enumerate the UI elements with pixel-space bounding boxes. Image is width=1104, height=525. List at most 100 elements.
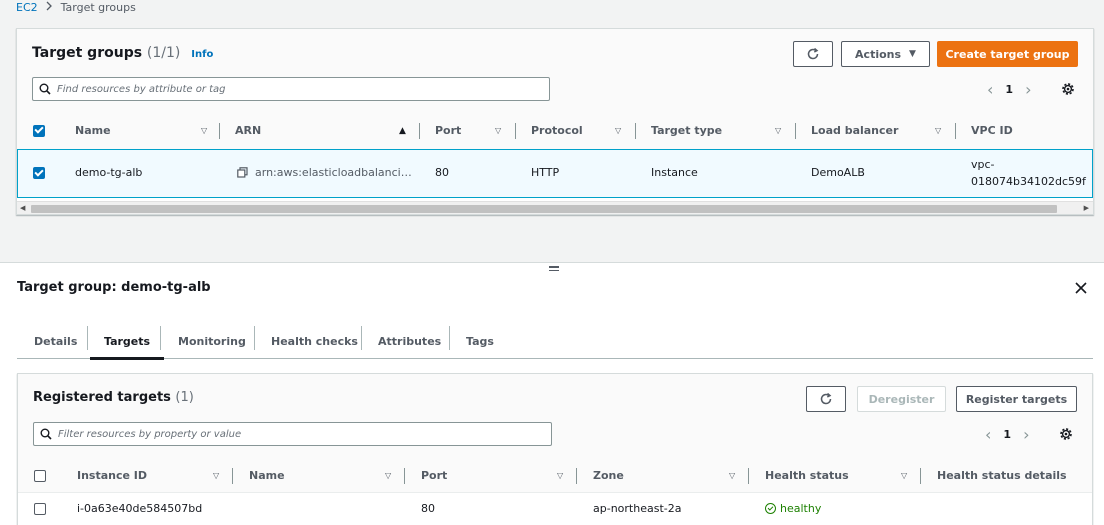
instance-id-link[interactable]: i-0a63e40de584507bd xyxy=(77,502,202,515)
targets-search-input[interactable] xyxy=(58,428,518,440)
col-name[interactable]: Name xyxy=(249,459,285,492)
col-port[interactable]: Port xyxy=(421,459,447,492)
sort-caret-icon[interactable]: ▽ xyxy=(495,112,501,149)
breadcrumb-ec2-link[interactable]: EC2 xyxy=(16,1,38,14)
tab-tags[interactable]: Tags xyxy=(466,324,494,359)
tab-attributes[interactable]: Attributes xyxy=(378,324,441,359)
close-icon[interactable] xyxy=(1075,282,1087,294)
vpc-id-line2: 018074b34102dc59f xyxy=(971,175,1086,188)
target-groups-title: Target groups (1/1) Info xyxy=(32,45,213,61)
tab-divider xyxy=(254,326,255,350)
select-all-checkbox[interactable] xyxy=(33,112,45,149)
sort-caret-icon[interactable]: ▽ xyxy=(201,112,207,149)
sort-caret-icon[interactable]: ▽ xyxy=(729,459,735,492)
chevron-left-icon[interactable]: ‹ xyxy=(985,425,991,444)
deregister-button[interactable]: Deregister xyxy=(857,386,946,412)
target-type-cell: Instance xyxy=(651,166,698,179)
sort-caret-icon[interactable]: ▽ xyxy=(935,112,941,149)
table-row[interactable]: demo-tg-alb arn:aws:elasticloadbalanci… … xyxy=(17,149,1093,198)
tab-targets[interactable]: Targets xyxy=(89,324,165,360)
horizontal-scrollbar[interactable]: ◀ ▶ xyxy=(17,201,1093,214)
target-groups-count: (1/1) xyxy=(146,45,181,61)
sort-caret-icon[interactable]: ▽ xyxy=(775,112,781,149)
tab-divider xyxy=(449,326,450,350)
tab-details[interactable]: Details xyxy=(34,324,77,359)
sort-caret-icon[interactable]: ▽ xyxy=(615,112,621,149)
registered-targets-panel: Registered targets (1) Deregister Regist… xyxy=(17,373,1093,525)
chevron-left-icon[interactable]: ‹ xyxy=(987,80,993,99)
table-row[interactable]: i-0a63e40de584507bd 80 ap-northeast-2a h… xyxy=(18,494,1092,524)
page-number[interactable]: 1 xyxy=(1005,83,1013,96)
scroll-right-icon[interactable]: ▶ xyxy=(1084,202,1089,214)
target-groups-search-input[interactable] xyxy=(57,83,516,95)
caret-down-icon: ▼ xyxy=(909,49,916,59)
chevron-right-icon[interactable]: › xyxy=(1023,425,1029,444)
resize-handle-icon[interactable] xyxy=(549,266,559,273)
checkbox-icon xyxy=(34,469,46,482)
gear-icon[interactable] xyxy=(1060,81,1076,97)
target-groups-table-header: Name ▽ ARN ▲ Port ▽ Protocol ▽ Target ty… xyxy=(17,112,1093,150)
col-name-label: Name xyxy=(75,124,111,137)
scrollbar-thumb[interactable] xyxy=(31,205,1057,213)
chevron-right-icon[interactable]: › xyxy=(1025,80,1031,99)
col-arn[interactable]: ARN xyxy=(235,112,261,149)
col-protocol[interactable]: Protocol xyxy=(531,112,583,149)
info-link[interactable]: Info xyxy=(191,49,213,60)
col-name[interactable]: Name xyxy=(75,112,111,149)
search-icon xyxy=(40,428,52,440)
target-groups-title-text: Target groups xyxy=(32,45,143,61)
target-row-checkbox[interactable] xyxy=(34,503,46,515)
target-groups-search[interactable] xyxy=(32,77,550,101)
col-port[interactable]: Port xyxy=(435,112,461,149)
registered-targets-count: (1) xyxy=(175,390,194,405)
breadcrumb: EC2 Target groups xyxy=(16,0,136,14)
page-number[interactable]: 1 xyxy=(1003,428,1011,441)
col-health-status[interactable]: Health status xyxy=(765,459,849,492)
registered-targets-title: Registered targets (1) xyxy=(33,390,194,405)
tab-divider xyxy=(160,326,161,350)
checkbox-icon xyxy=(33,167,45,179)
register-targets-button[interactable]: Register targets xyxy=(956,386,1077,412)
load-balancer-cell: DemoALB xyxy=(811,166,865,179)
refresh-targets-button[interactable] xyxy=(806,386,846,412)
col-instance-id[interactable]: Instance ID xyxy=(77,459,147,492)
col-load-balancer-label: Load balancer xyxy=(811,124,899,137)
col-health-status-details[interactable]: Health status details xyxy=(937,459,1067,492)
detail-tabs: Details Targets Monitoring Health checks… xyxy=(17,324,1093,360)
vpc-id-cell: vpc- 018074b34102dc59f xyxy=(971,156,1086,190)
actions-button[interactable]: Actions ▼ xyxy=(841,41,930,67)
health-status-cell: healthy xyxy=(765,502,821,515)
checkbox-icon xyxy=(33,124,45,137)
sort-caret-icon[interactable]: ▽ xyxy=(901,459,907,492)
col-zone[interactable]: Zone xyxy=(593,459,624,492)
port-cell: 80 xyxy=(435,166,449,179)
refresh-icon xyxy=(820,392,832,405)
tab-monitoring[interactable]: Monitoring xyxy=(178,324,246,359)
checkbox-icon xyxy=(34,503,46,515)
col-load-balancer[interactable]: Load balancer xyxy=(811,112,898,149)
sort-caret-icon[interactable]: ▽ xyxy=(213,459,219,492)
targets-search[interactable] xyxy=(33,422,552,446)
actions-label: Actions xyxy=(855,47,902,61)
col-instance-id-label: Instance ID xyxy=(77,469,148,482)
sort-caret-icon[interactable]: ▽ xyxy=(557,459,563,492)
sort-asc-icon[interactable]: ▲ xyxy=(399,112,406,149)
col-vpc-id[interactable]: VPC ID xyxy=(971,112,1013,149)
copy-icon[interactable] xyxy=(237,167,248,178)
refresh-button[interactable] xyxy=(793,41,833,67)
create-target-group-button[interactable]: Create target group xyxy=(937,41,1078,67)
target-group-name-link[interactable]: demo-tg-alb xyxy=(75,166,142,179)
sort-caret-icon[interactable]: ▽ xyxy=(385,459,391,492)
select-all-targets-checkbox[interactable] xyxy=(34,459,46,492)
health-status-value: healthy xyxy=(780,502,822,515)
scroll-left-icon[interactable]: ◀ xyxy=(20,202,25,214)
col-target-type[interactable]: Target type xyxy=(651,112,722,149)
tab-health-checks[interactable]: Health checks xyxy=(271,324,358,359)
target-groups-panel: Target groups (1/1) Info Actions ▼ Creat… xyxy=(16,28,1094,215)
col-name-label: Name xyxy=(249,469,285,482)
col-arn-label: ARN xyxy=(235,124,262,137)
row-checkbox[interactable] xyxy=(33,167,45,179)
gear-icon[interactable] xyxy=(1058,426,1074,442)
breadcrumb-current: Target groups xyxy=(60,0,136,14)
col-health-status-label: Health status xyxy=(765,469,849,482)
